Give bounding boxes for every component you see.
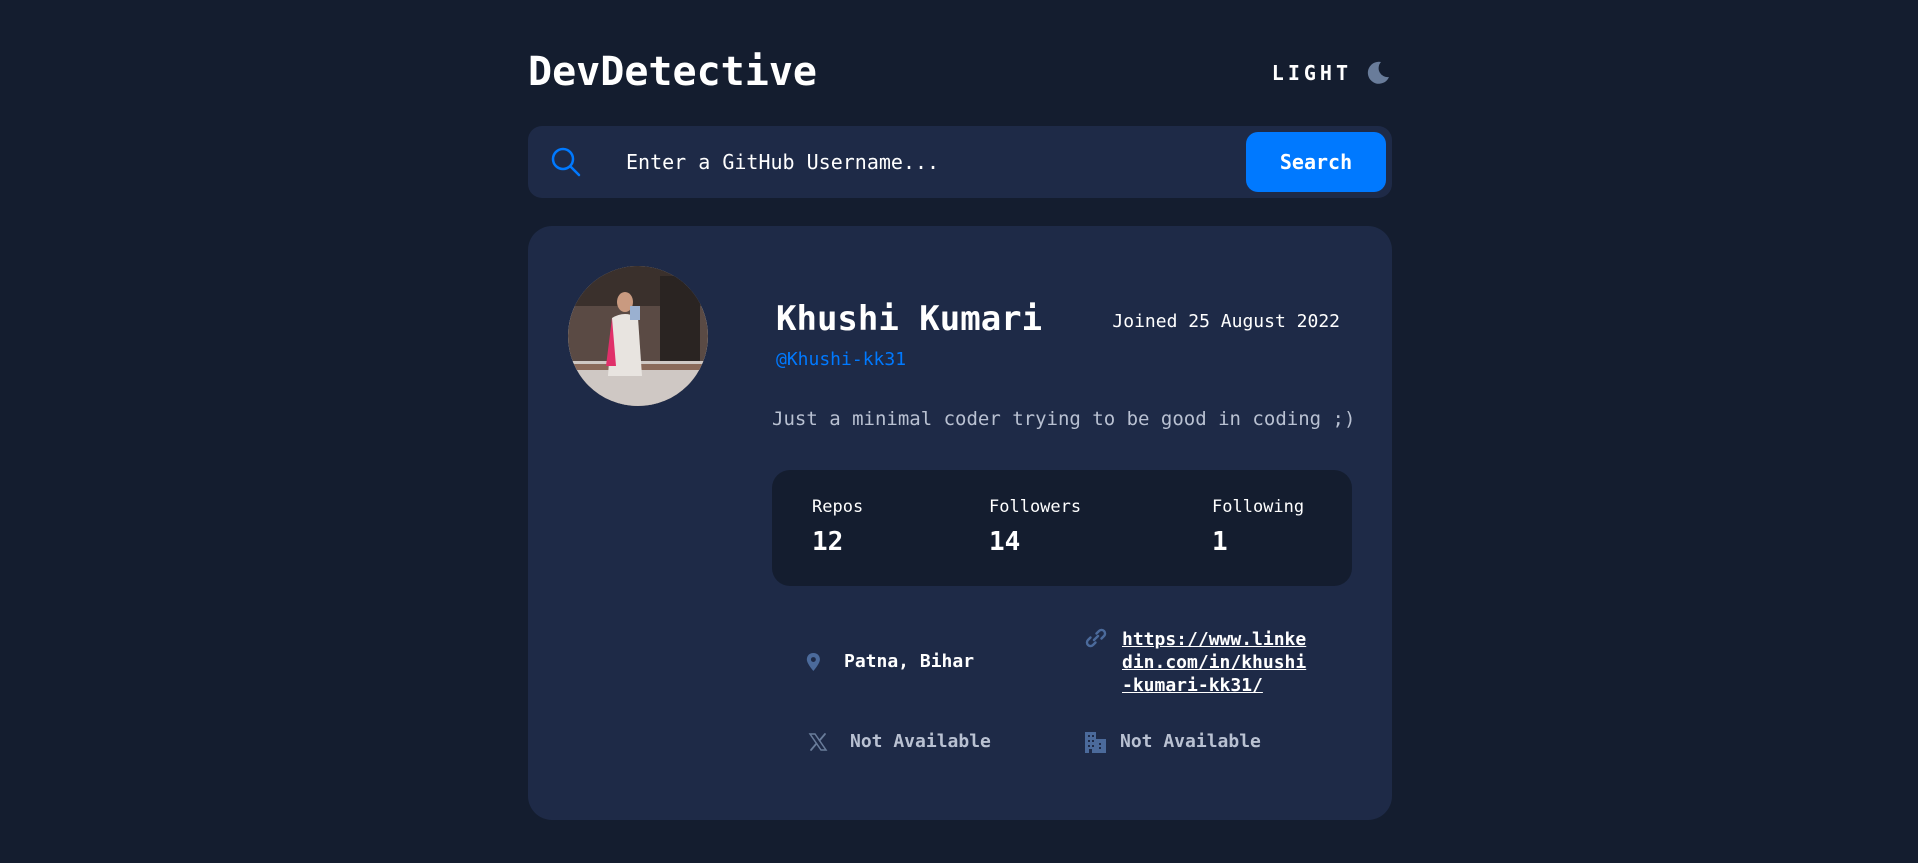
twitter-text: Not Available	[850, 731, 991, 752]
stat-value: 1	[1212, 527, 1228, 557]
profile-username-link[interactable]: @Khushi-kk31	[776, 348, 906, 372]
stats-panel: Repos 12 Followers 14 Following 1	[772, 470, 1352, 586]
website-link[interactable]: https://www.linkedin.com/in/khushi-kumar…	[1122, 628, 1312, 697]
profile-name: Khushi Kumari	[776, 299, 1043, 339]
location-pin-icon	[806, 653, 820, 671]
stat-value: 14	[989, 527, 1021, 557]
stat-following: Following 1	[1212, 496, 1304, 558]
stat-followers: Followers 14	[989, 496, 1081, 558]
stat-value: 12	[812, 527, 844, 557]
theme-toggle-button[interactable]: LIGHT	[1272, 58, 1392, 88]
search-icon	[551, 147, 581, 177]
stat-label: Following	[1212, 497, 1305, 517]
profile-card: Khushi Kumari Joined 25 August 2022 @Khu…	[528, 226, 1392, 820]
website-item: https://www.linkedin.com/in/khushi-kumar…	[1084, 628, 1312, 697]
search-bar: Search	[528, 126, 1392, 198]
stat-label: Repos	[812, 497, 864, 517]
x-twitter-icon	[808, 733, 828, 751]
app-title: DevDetective	[528, 49, 817, 95]
avatar	[568, 266, 708, 406]
search-input[interactable]	[626, 144, 1226, 180]
stat-label: Followers	[989, 497, 1082, 517]
profile-bio: Just a minimal coder trying to be good i…	[772, 408, 1356, 430]
link-icon	[1085, 628, 1107, 648]
stat-repos: Repos 12	[812, 496, 863, 558]
search-button[interactable]: Search	[1246, 132, 1386, 192]
location-item: Patna, Bihar	[806, 650, 974, 674]
theme-toggle-label: LIGHT	[1271, 61, 1352, 85]
company-text: Not Available	[1120, 731, 1261, 752]
joined-date: Joined 25 August 2022	[1112, 311, 1340, 332]
twitter-item: Not Available	[808, 730, 991, 753]
company-building-icon	[1085, 732, 1106, 753]
moon-icon	[1367, 61, 1389, 84]
company-item: Not Available	[1084, 730, 1261, 754]
header: DevDetective LIGHT	[528, 48, 1392, 96]
location-text: Patna, Bihar	[844, 651, 975, 672]
